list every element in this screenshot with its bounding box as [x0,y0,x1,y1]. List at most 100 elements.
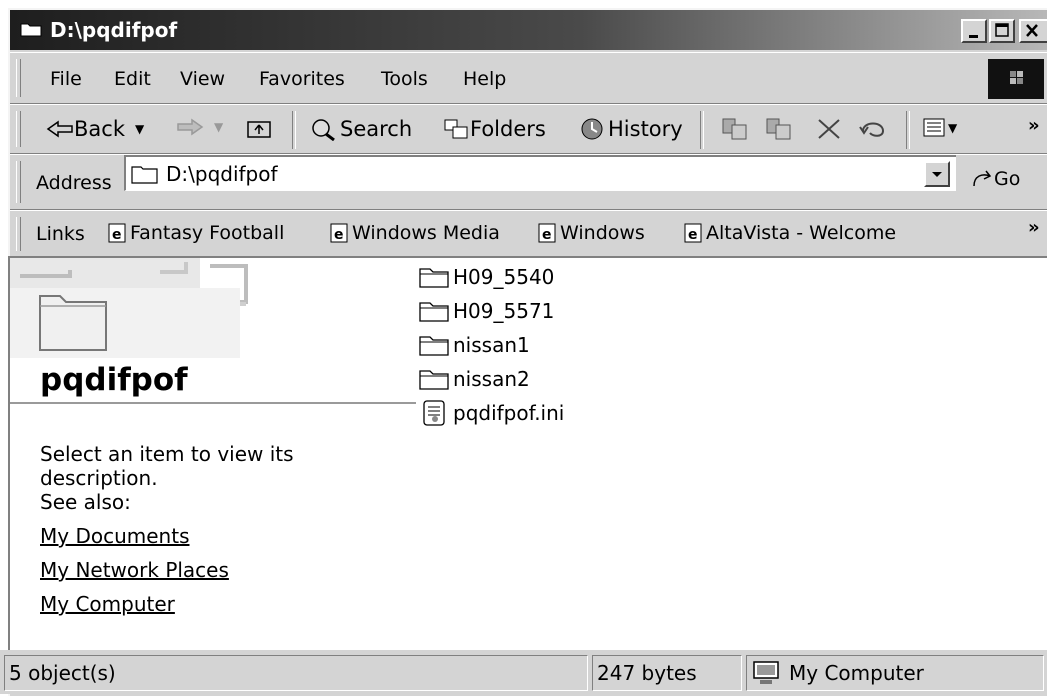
file-name: pqdifpof.ini [453,401,565,425]
history-icon [581,118,603,140]
folders-button[interactable]: Folders [442,117,546,141]
copy-to-button[interactable] [764,117,794,141]
link-altavista[interactable]: e AltaVista - Welcome [682,222,896,244]
toolbar-grip[interactable] [16,111,21,147]
links-overflow-icon[interactable]: » [1028,217,1040,238]
status-object-count: 5 object(s) [4,655,588,691]
menu-bar: File Edit View Favorites Tools Help [10,52,1047,104]
svg-text:e: e [688,227,698,243]
go-button[interactable]: Go [970,168,1020,190]
title-bar[interactable]: D:\pqdifpof [10,10,1047,50]
back-dropdown-icon[interactable]: ▼ [135,122,144,136]
link-my-network-places[interactable]: My Network Places [40,558,229,582]
maximize-button[interactable] [989,19,1015,43]
menu-grip[interactable] [16,59,21,97]
link-label: Windows Media [352,222,500,244]
address-grip[interactable] [16,161,21,203]
file-item-folder[interactable]: nissan1 [418,330,530,360]
views-button[interactable]: ▼ [922,117,957,139]
address-dropdown-button[interactable] [924,161,950,187]
close-icon [1026,24,1038,37]
undo-icon [859,122,885,137]
web-view-panel: pqdifpof Select an item to view its desc… [10,258,416,650]
views-dropdown-icon[interactable]: ▼ [948,121,957,135]
back-label: Back [74,117,125,141]
delete-button[interactable] [816,117,842,141]
history-button[interactable]: History [574,117,683,141]
menu-file[interactable]: File [50,68,82,90]
search-icon [312,119,335,141]
content-pane: pqdifpof Select an item to view its desc… [8,256,1047,650]
svg-text:e: e [112,227,122,243]
link-my-documents[interactable]: My Documents [40,524,189,548]
svg-text:e: e [542,227,552,243]
go-arrow-icon [973,170,992,187]
minimize-button[interactable] [961,19,987,43]
file-item-folder[interactable]: nissan2 [418,364,530,394]
undo-button[interactable] [858,117,888,141]
up-folder-icon [247,121,271,138]
menu-edit[interactable]: Edit [114,68,151,90]
copy-to-icon [766,118,791,140]
file-name: nissan1 [453,333,530,357]
close-button[interactable] [1019,19,1047,43]
folders-label: Folders [470,117,546,141]
folder-icon [419,336,449,356]
toolbar-separator [292,111,296,149]
delete-icon [818,119,840,139]
folder-icon [131,165,158,184]
settings-file-icon [423,400,445,426]
header-divider [10,402,416,404]
menu-view[interactable]: View [180,68,225,90]
menu-tools[interactable]: Tools [381,68,428,90]
window-title: D:\pqdifpof [50,18,178,42]
forward-button[interactable]: ▼ [174,117,223,137]
move-to-button[interactable] [720,117,750,141]
ie-page-icon: e [538,223,556,243]
link-label: Windows [560,222,645,244]
address-field[interactable]: D:\pqdifpof [124,155,956,191]
status-size: 247 bytes [592,655,742,691]
file-name: H09_5571 [453,299,555,323]
search-button[interactable]: Search [308,117,412,141]
maximize-icon [995,23,1009,37]
go-label: Go [994,168,1021,190]
address-value: D:\pqdifpof [166,161,278,186]
history-label: History [608,117,683,141]
folders-icon [444,119,468,139]
folder-icon [419,268,449,288]
file-item-ini[interactable]: pqdifpof.ini [418,398,564,428]
link-label: Fantasy Football [130,222,285,244]
move-to-icon [722,118,747,140]
file-item-folder[interactable]: H09_5571 [418,296,554,326]
menu-favorites[interactable]: Favorites [259,68,345,90]
windows-logo-icon [988,59,1044,99]
links-grip[interactable] [16,217,21,251]
link-fantasy-football[interactable]: e Fantasy Football [106,222,284,244]
menu-help[interactable]: Help [463,68,506,90]
link-my-computer[interactable]: My Computer [40,592,175,616]
status-zone-label: My Computer [789,661,924,685]
file-item-folder[interactable]: H09_5540 [418,262,554,292]
toolbar-separator [906,111,910,149]
toolbar-separator [700,111,704,149]
ie-page-icon: e [684,223,702,243]
see-also-label: See also: [40,490,131,514]
views-icon [923,118,945,137]
folder-name-heading: pqdifpof [40,362,188,398]
svg-text:e: e [334,227,344,243]
links-bar: Links e Fantasy Football e Windows Media… [10,210,1047,258]
toolbar-overflow-icon[interactable]: » [1028,115,1040,136]
link-windows-media[interactable]: e Windows Media [328,222,500,244]
file-name: H09_5540 [453,265,555,289]
address-label: Address [36,172,112,194]
forward-arrow-icon [177,118,204,136]
ie-page-icon: e [108,223,126,243]
forward-dropdown-icon[interactable]: ▼ [214,120,223,134]
folder-icon [419,370,449,390]
folder-icon [20,23,42,37]
status-zone: My Computer [746,655,1044,691]
back-button[interactable]: Back ▼ [46,117,144,141]
up-button[interactable] [246,117,272,139]
link-windows[interactable]: e Windows [536,222,645,244]
